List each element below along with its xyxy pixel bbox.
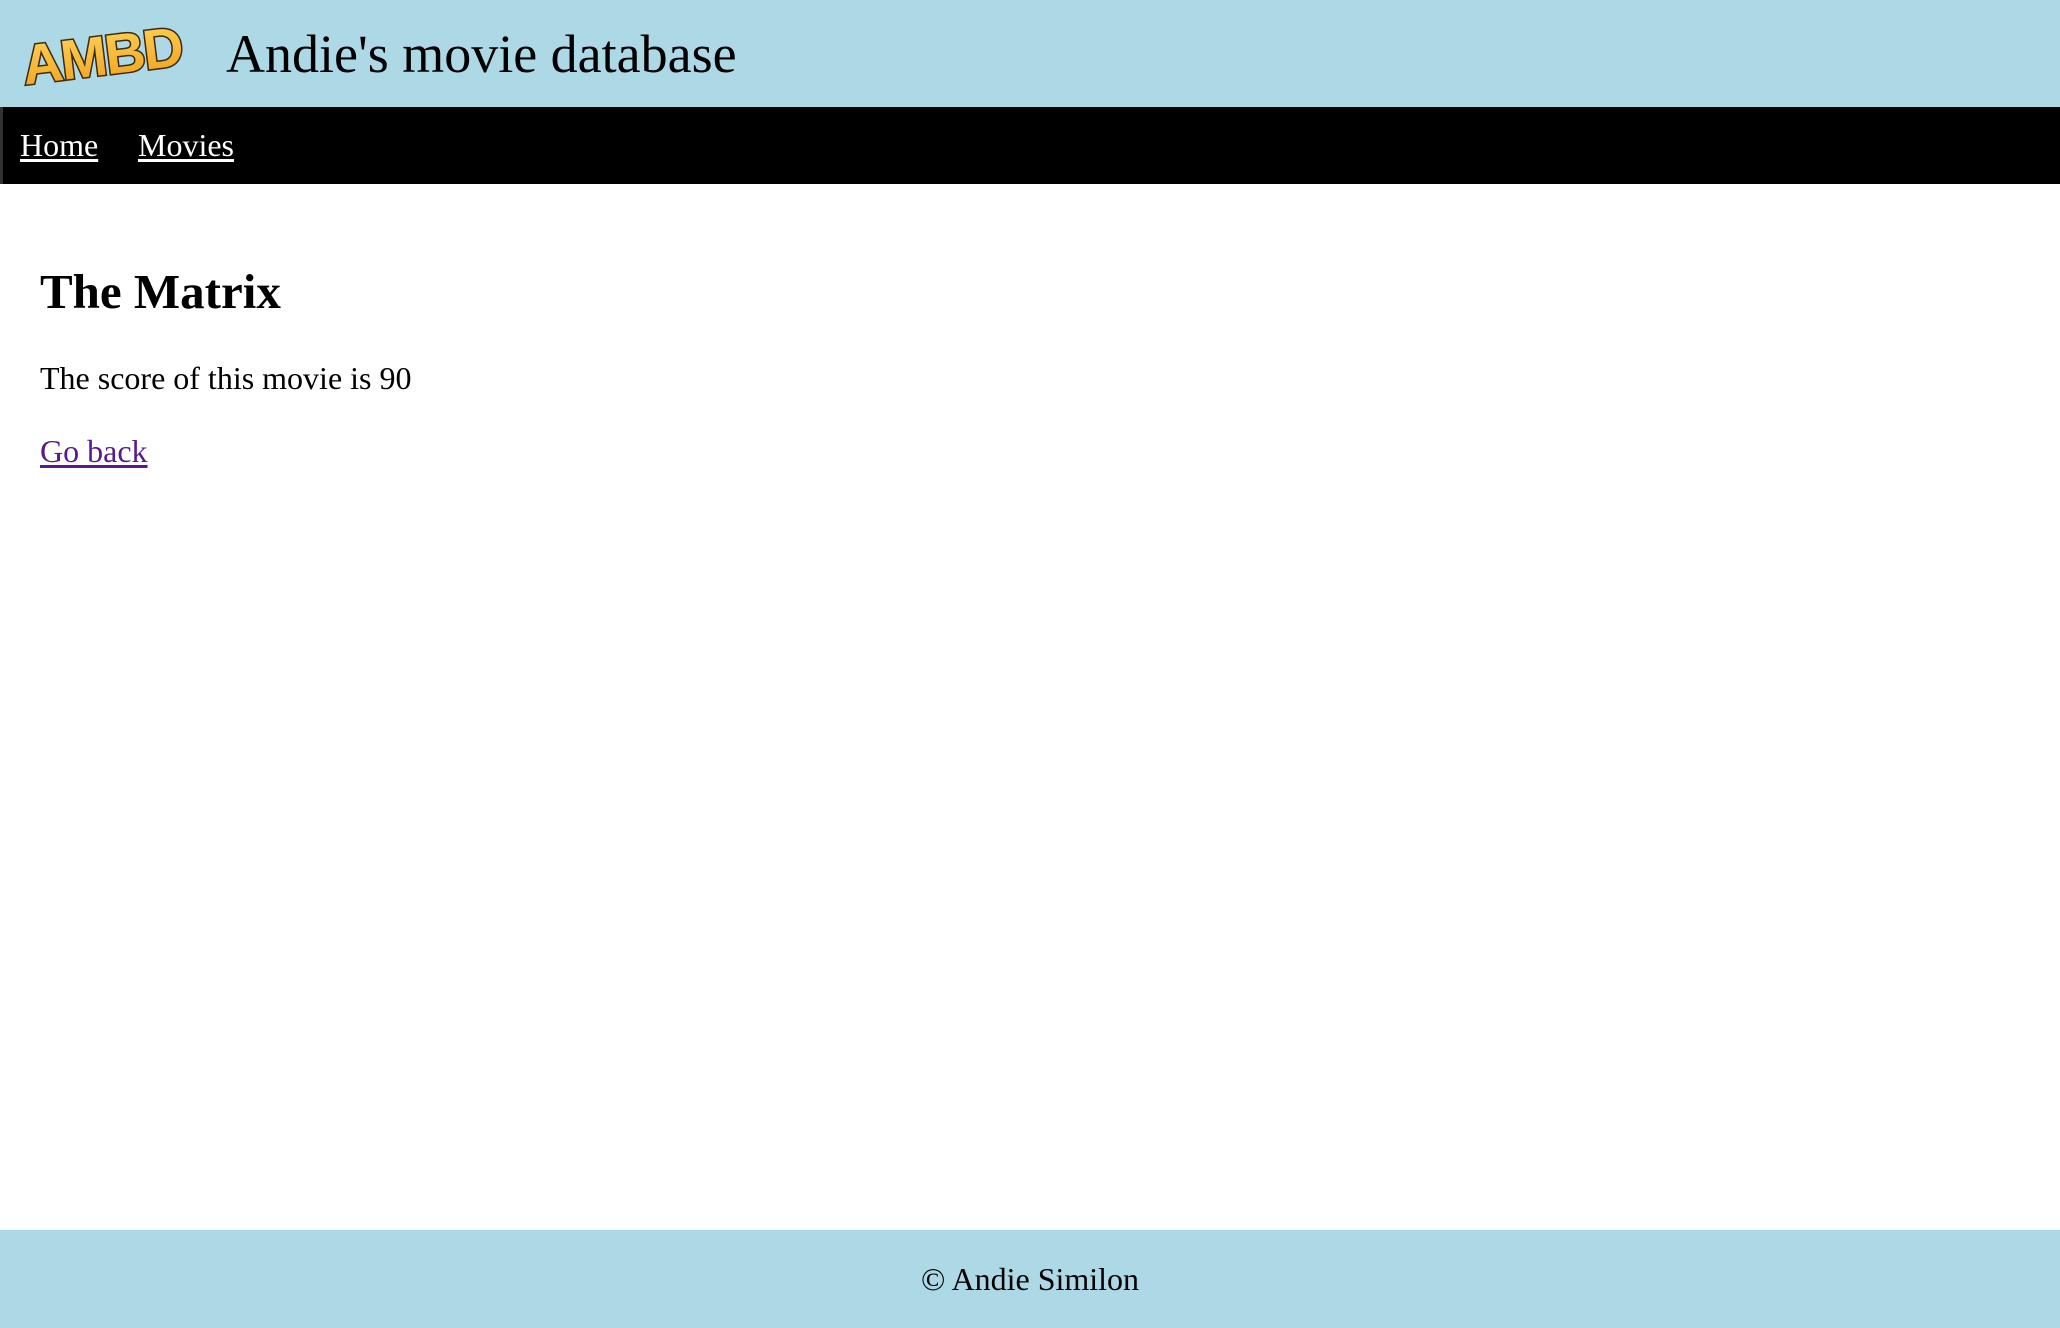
footer-copyright: © Andie Similon <box>920 1261 1140 1297</box>
logo-text: AMBD <box>19 23 186 87</box>
site-footer: © Andie Similon <box>0 1230 2060 1328</box>
site-header: AMBD Andie's movie database <box>0 0 2060 107</box>
page: AMBD Andie's movie database Home Movies … <box>0 0 2060 1328</box>
main-nav: Home Movies <box>0 107 2060 184</box>
ambd-logo[interactable]: AMBD <box>8 23 196 87</box>
site-title: Andie's movie database <box>226 24 737 84</box>
nav-link-movies[interactable]: Movies <box>138 125 234 165</box>
go-back-link[interactable]: Go back <box>40 431 148 471</box>
movie-score: The score of this movie is 90 <box>40 360 412 396</box>
movie-title: The Matrix <box>40 264 281 319</box>
nav-link-home[interactable]: Home <box>20 125 98 165</box>
